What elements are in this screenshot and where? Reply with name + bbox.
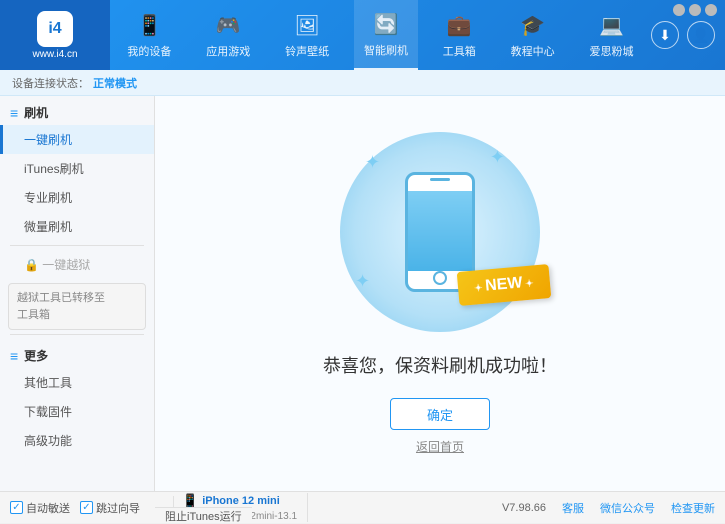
flash-section-label: 刷机 <box>24 104 48 121</box>
nav-tutorial[interactable]: 🎓 教程中心 <box>501 0 565 70</box>
nav-my-device[interactable]: 📱 我的设备 <box>117 0 181 70</box>
one-click-flash-label: 一键刷机 <box>24 133 72 147</box>
sidebar-item-itunes-flash[interactable]: iTunes刷机 <box>0 154 154 183</box>
logo-text: i4 <box>48 20 61 38</box>
sidebar-section-flash: ≡ 刷机 <box>0 96 154 125</box>
wallpaper-icon: 🖼 <box>293 12 321 40</box>
maximize-btn[interactable] <box>689 4 701 16</box>
save-flash-label: 微量刷机 <box>24 220 72 234</box>
close-btn[interactable] <box>705 4 717 16</box>
bottom-right: V7.98.66 客服 微信公众号 检查更新 <box>502 500 715 516</box>
download-fw-label: 下载固件 <box>24 405 72 419</box>
tutorial-icon: 🎓 <box>519 12 547 40</box>
header: i4 www.i4.cn 📱 我的设备 🎮 应用游戏 🖼 铃声壁纸 🔄 智能刷机… <box>0 0 725 70</box>
nav-wallpaper[interactable]: 🖼 铃声壁纸 <box>275 0 339 70</box>
main-layout: ≡ 刷机 一键刷机 iTunes刷机 专业刷机 微量刷机 🔒 一键越狱 越狱工具… <box>0 96 725 491</box>
download-btn[interactable]: ⬇ <box>651 21 679 49</box>
nav-smart-flash[interactable]: 🔄 智能刷机 <box>354 0 418 70</box>
bottom-left: ✓ 自动敏送 ✓ 跳过向导 <box>10 500 165 516</box>
device-name: iPhone 12 mini <box>202 495 280 507</box>
content-area: ✦ ✦ ✦ NEW 恭喜您，保资料刷机成功啦！ 确定 返回首页 <box>155 96 725 491</box>
status-bar: 设备连接状态： 正常模式 <box>0 70 725 96</box>
nav-apps[interactable]: 🎮 应用游戏 <box>196 0 260 70</box>
nav-apps-label: 应用游戏 <box>206 43 250 59</box>
bottom-bar: ✓ 自动敏送 ✓ 跳过向导 📱 iPhone 12 mini 64GB Down… <box>0 491 725 523</box>
nav-smart-flash-label: 智能刷机 <box>364 42 408 58</box>
version-info: V7.98.66 <box>502 502 546 514</box>
phone-speaker <box>430 178 450 181</box>
nav-fans[interactable]: 💻 爱思粉城 <box>579 0 643 70</box>
account-btn[interactable]: 👤 <box>687 21 715 49</box>
update-link[interactable]: 检查更新 <box>671 500 715 516</box>
nav-my-device-label: 我的设备 <box>127 43 171 59</box>
sidebar-item-pro-flash[interactable]: 专业刷机 <box>0 183 154 212</box>
stop-itunes-bar: 阻止iTunes运行 <box>155 507 252 523</box>
other-tools-label: 其他工具 <box>24 376 72 390</box>
sidebar-item-advanced[interactable]: 高级功能 <box>0 426 154 455</box>
success-text: 恭喜您，保资料刷机成功啦！ <box>323 352 557 378</box>
sidebar-item-other-tools[interactable]: 其他工具 <box>0 368 154 397</box>
illustration: ✦ ✦ ✦ NEW <box>340 132 540 332</box>
flash-section-icon: ≡ <box>10 105 18 121</box>
phone-home <box>433 271 447 285</box>
skip-wizard-label: 跳过向导 <box>96 500 140 516</box>
pro-flash-label: 专业刷机 <box>24 191 72 205</box>
skip-wizard-check-icon: ✓ <box>80 501 93 514</box>
minimize-btn[interactable] <box>673 4 685 16</box>
sparkle-1: ✦ <box>365 152 380 173</box>
nav-toolbox[interactable]: 💼 工具箱 <box>433 0 486 70</box>
sidebar-item-download-fw[interactable]: 下载固件 <box>0 397 154 426</box>
status-value: 正常模式 <box>93 75 137 91</box>
sidebar-item-one-click-flash[interactable]: 一键刷机 <box>0 125 154 154</box>
fans-icon: 💻 <box>597 12 625 40</box>
advanced-label: 高级功能 <box>24 434 72 448</box>
jailbreak-warning: 越狱工具已转移至 工具箱 <box>8 283 146 330</box>
sidebar-divider-1 <box>10 245 144 246</box>
nav-toolbox-label: 工具箱 <box>443 43 476 59</box>
service-link[interactable]: 客服 <box>562 500 584 516</box>
sidebar: ≡ 刷机 一键刷机 iTunes刷机 专业刷机 微量刷机 🔒 一键越狱 越狱工具… <box>0 96 155 491</box>
sidebar-item-jailbreak: 🔒 一键越狱 <box>0 250 154 279</box>
apps-icon: 🎮 <box>214 12 242 40</box>
sidebar-divider-2 <box>10 334 144 335</box>
back-to-main-link[interactable]: 返回首页 <box>416 438 464 455</box>
confirm-button[interactable]: 确定 <box>390 398 490 430</box>
phone-screen <box>408 191 472 271</box>
logo-icon: i4 <box>37 11 73 47</box>
new-ribbon: NEW <box>457 264 551 306</box>
sparkle-2: ✦ <box>490 147 505 168</box>
auto-send-checkbox[interactable]: ✓ 自动敏送 <box>10 500 70 516</box>
logo-area: i4 www.i4.cn <box>0 0 110 70</box>
nav-tutorial-label: 教程中心 <box>511 43 555 59</box>
my-device-icon: 📱 <box>135 12 163 40</box>
sidebar-item-save-flash[interactable]: 微量刷机 <box>0 212 154 241</box>
sidebar-section-more: ≡ 更多 <box>0 339 154 368</box>
itunes-flash-label: iTunes刷机 <box>24 162 84 176</box>
wechat-link[interactable]: 微信公众号 <box>600 500 655 516</box>
smart-flash-icon: 🔄 <box>372 11 400 39</box>
header-right: ⬇ 👤 <box>651 21 725 49</box>
nav-wallpaper-label: 铃声壁纸 <box>285 43 329 59</box>
jailbreak-warning-text: 越狱工具已转移至 工具箱 <box>17 292 105 321</box>
jailbreak-label: 一键越狱 <box>42 258 90 272</box>
sparkle-3: ✦ <box>355 271 370 292</box>
auto-send-check-icon: ✓ <box>10 501 23 514</box>
auto-send-label: 自动敏送 <box>26 500 70 516</box>
stop-itunes-label[interactable]: 阻止iTunes运行 <box>165 508 242 524</box>
nav-fans-label: 爱思粉城 <box>589 43 633 59</box>
more-section-label: 更多 <box>24 347 48 364</box>
more-section-icon: ≡ <box>10 348 18 364</box>
nav-items: 📱 我的设备 🎮 应用游戏 🖼 铃声壁纸 🔄 智能刷机 💼 工具箱 🎓 教程中心… <box>110 0 651 70</box>
logo-subtitle: www.i4.cn <box>32 49 77 60</box>
toolbox-icon: 💼 <box>445 12 473 40</box>
skip-wizard-checkbox[interactable]: ✓ 跳过向导 <box>80 500 140 516</box>
window-controls <box>673 4 717 16</box>
phone-circle: ✦ ✦ ✦ NEW <box>340 132 540 332</box>
status-label: 设备连接状态： <box>12 75 89 91</box>
